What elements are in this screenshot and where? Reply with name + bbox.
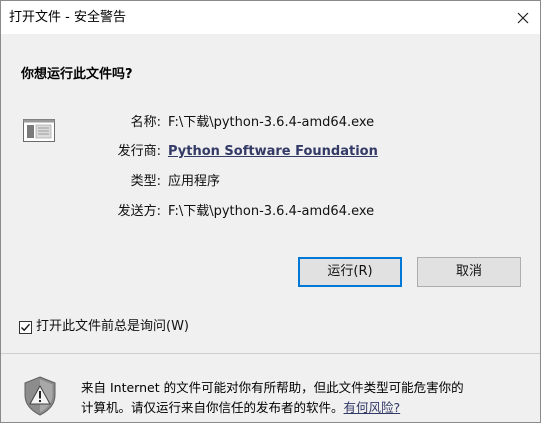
- always-ask-label: 打开此文件前总是询问(W): [36, 319, 189, 334]
- from-value: F:\下载\python-3.6.4-amd64.exe: [168, 204, 375, 219]
- publisher-link[interactable]: Python Software Foundation: [168, 142, 378, 162]
- always-ask-checkbox-row[interactable]: 打开此文件前总是询问(W): [19, 318, 189, 336]
- name-label: 名称:: [130, 115, 161, 130]
- run-button[interactable]: 运行(R): [298, 257, 402, 287]
- warning-line-1: 来自 Internet 的文件可能对你有所帮助，但此文件类型可能危害你的: [81, 380, 464, 395]
- type-value: 应用程序: [168, 174, 221, 189]
- checkmark-icon: [21, 323, 31, 331]
- name-value: F:\下载\python-3.6.4-amd64.exe: [168, 115, 375, 130]
- what-is-the-risk-link[interactable]: 有何风险?: [344, 400, 401, 415]
- type-label: 类型:: [130, 174, 161, 189]
- window-title: 打开文件 - 安全警告: [9, 10, 126, 25]
- close-icon: [517, 12, 529, 23]
- shield-warning-icon: [24, 376, 56, 416]
- warning-message: 来自 Internet 的文件可能对你有所帮助，但此文件类型可能危害你的 计算机…: [81, 378, 531, 418]
- cancel-button[interactable]: 取消: [417, 257, 521, 287]
- warning-line-2: 计算机。请仅运行来自你信任的发布者的软件。: [81, 400, 344, 415]
- close-button[interactable]: [506, 1, 540, 34]
- publisher-label: 发行商:: [117, 144, 161, 159]
- from-label: 发送方:: [117, 204, 161, 219]
- security-warning-dialog: 打开文件 - 安全警告 你想运行此文件吗? 名称: F:\下载\python-3…: [0, 0, 541, 423]
- dialog-content: 你想运行此文件吗? 名称: F:\下载\python-3.6.4-amd64.e…: [1, 34, 540, 354]
- always-ask-checkbox[interactable]: [19, 320, 32, 334]
- question-heading: 你想运行此文件吗?: [21, 67, 133, 82]
- warning-footer: 来自 Internet 的文件可能对你有所帮助，但此文件类型可能危害你的 计算机…: [1, 354, 540, 422]
- title-bar: 打开文件 - 安全警告: [1, 1, 540, 34]
